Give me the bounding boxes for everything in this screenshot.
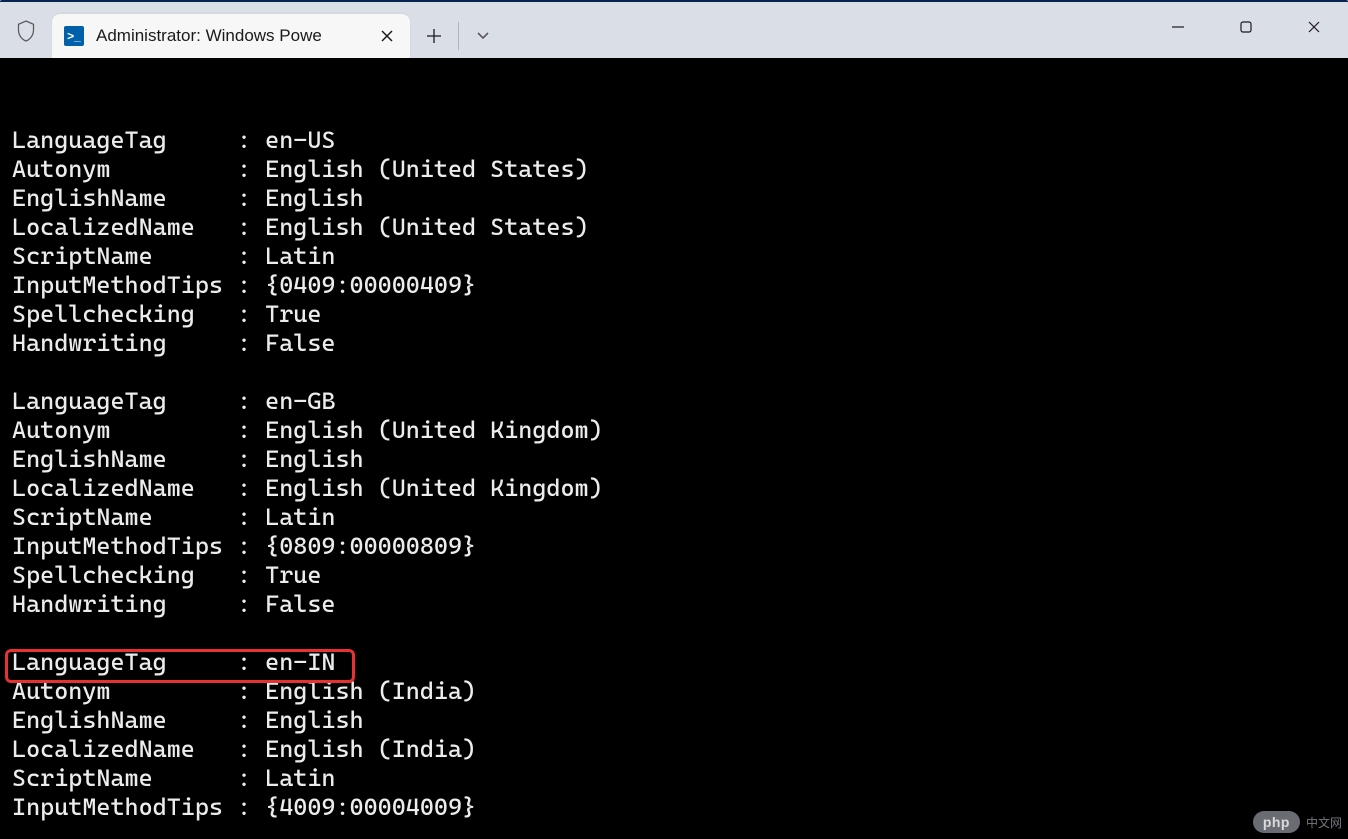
minimize-button[interactable]: [1144, 2, 1212, 52]
window-controls: [1144, 2, 1348, 52]
watermark-pill: php: [1253, 811, 1300, 833]
maximize-button[interactable]: [1212, 2, 1280, 52]
close-window-button[interactable]: [1280, 2, 1348, 52]
close-tab-button[interactable]: [374, 23, 400, 49]
watermark: php 中文网: [1253, 811, 1342, 833]
watermark-text: 中文网: [1306, 814, 1342, 831]
shield-icon: [0, 2, 52, 60]
titlebar: >_ Administrator: Windows Powe: [0, 2, 1348, 60]
tab-dropdown-button[interactable]: [459, 14, 507, 58]
terminal-output[interactable]: LanguageTag : en-US Autonym : English (U…: [0, 58, 1348, 839]
tab-title: Administrator: Windows Powe: [96, 26, 374, 46]
powershell-icon: >_: [64, 26, 84, 46]
active-tab[interactable]: >_ Administrator: Windows Powe: [52, 14, 410, 58]
new-tab-button[interactable]: [410, 14, 458, 58]
